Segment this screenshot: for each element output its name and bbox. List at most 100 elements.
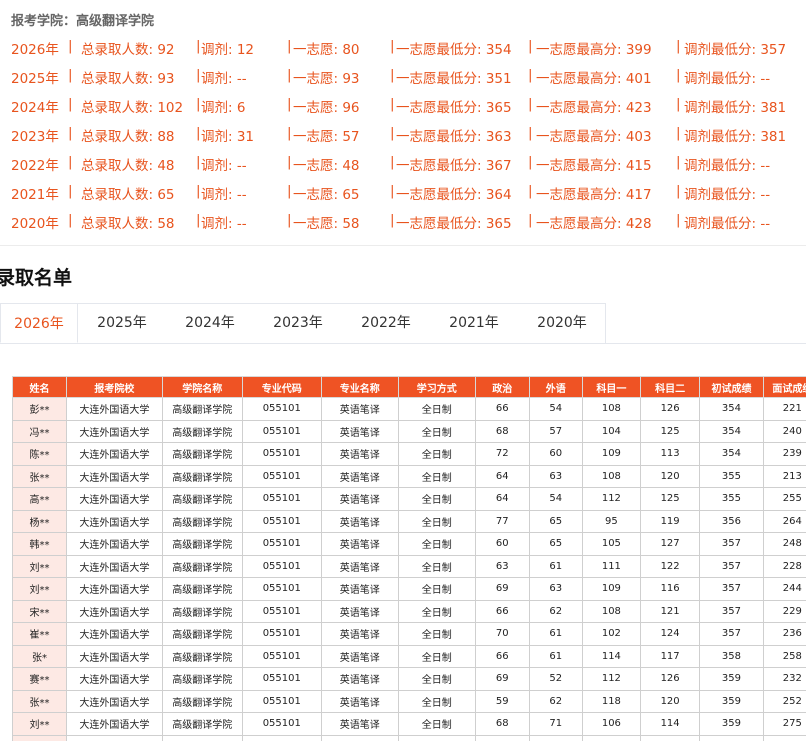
- table-cell: 125: [639, 487, 701, 511]
- table-cell: 104: [581, 419, 641, 443]
- first-choice-max-score: 一志愿最高分: 415: [536, 158, 652, 174]
- table-cell: 62: [528, 599, 583, 623]
- table-cell: 69: [474, 667, 530, 691]
- stat-row: 2020年 总录取人数: 58 调剂: -- 一志愿: 58 一志愿最低分: 365 一志…: [11, 212, 806, 232]
- total-admitted: 总录取人数: 92: [81, 42, 175, 58]
- year-label: 2026年: [11, 42, 59, 58]
- column-header: 专业代码: [241, 376, 322, 398]
- table-cell: 60: [528, 442, 583, 466]
- table-cell: 359: [699, 689, 764, 713]
- separator: |: [676, 67, 681, 83]
- table-cell: 大连外国语大学: [66, 622, 163, 646]
- table-cell: 109: [581, 442, 641, 466]
- stat-row: 2021年 总录取人数: 65 调剂: -- 一志愿: 65 一志愿最低分: 364 一志…: [11, 183, 806, 203]
- student-name-cell: 张**: [12, 689, 68, 713]
- school-label: 报考学院：高级翻译学院: [11, 14, 155, 29]
- table-cell: 68: [474, 419, 530, 443]
- tab-year[interactable]: 2025年: [78, 303, 166, 343]
- tab-year[interactable]: 2026年: [0, 303, 78, 343]
- table-cell: 高级翻译学院: [161, 487, 243, 511]
- tab-year[interactable]: 2021年: [430, 303, 518, 343]
- table-row: 刘** 大连外国语大学 高级翻译学院 055101 英语笔译 全日制 63 61 111 122 3…: [12, 554, 806, 578]
- separator: |: [676, 154, 681, 170]
- separator: |: [676, 183, 681, 199]
- table-cell: 055101: [241, 622, 322, 646]
- table-cell: 125: [639, 419, 701, 443]
- table-row: 刘** 大连外国语大学 高级翻译学院 055101 英语笔译 全日制 68 71 106 114 3…: [12, 712, 806, 736]
- table-cell: 62: [528, 689, 583, 713]
- table-cell: 61: [528, 554, 583, 578]
- table-cell: 全日制: [397, 487, 476, 511]
- table-cell: 055101: [241, 554, 322, 578]
- table-row: 刘** 大连外国语大学 高级翻译学院 055101 英语笔译 全日制 69 63 109 116 3…: [12, 577, 806, 601]
- separator: |: [196, 67, 201, 83]
- tab-year[interactable]: 2023年: [254, 303, 342, 343]
- separator: |: [390, 38, 395, 54]
- table-cell: 252: [762, 689, 806, 713]
- table-cell: 95: [581, 509, 641, 533]
- table-cell: 大连外国语大学: [66, 419, 163, 443]
- adjust-count: 调剂: --: [201, 158, 247, 174]
- stat-row: 2024年 总录取人数: 102 调剂: 6 一志愿: 96 一志愿最低分: 365 一志…: [11, 96, 806, 116]
- tab-year[interactable]: 2022年: [342, 303, 430, 343]
- first-choice-min-score: 一志愿最低分: 365: [396, 216, 512, 232]
- year-label: 2021年: [11, 187, 59, 203]
- table-cell: 055101: [241, 599, 322, 623]
- table-cell: 大连外国语大学: [66, 689, 163, 713]
- table-row: 韩** 大连外国语大学 高级翻译学院 055101 英语笔译 全日制 60 65 105 127 3…: [12, 532, 806, 556]
- separator: |: [68, 38, 73, 54]
- table-cell: 高级翻译学院: [161, 667, 243, 691]
- table-row: 王*大连外国语大学高级翻译学院055101英语笔译全日制696111411535…: [12, 734, 806, 741]
- table-cell: 72: [474, 442, 530, 466]
- table-cell: 大连外国语大学: [66, 464, 163, 488]
- table-cell: 213: [762, 464, 806, 488]
- table-cell: 357: [699, 554, 764, 578]
- admission-table-wrap: 姓名报考院校学院名称专业代码专业名称学习方式政治外语科目一科目二初试成绩面试成绩…: [12, 376, 806, 741]
- student-name-cell: 杨**: [12, 509, 68, 533]
- table-cell: 全日制: [397, 442, 476, 466]
- separator: |: [196, 183, 201, 199]
- table-row: 宋** 大连外国语大学 高级翻译学院 055101 英语笔译 全日制 66 62 108 121 3…: [12, 599, 806, 623]
- table-cell: 055101: [241, 712, 322, 736]
- tab-year[interactable]: 2020年: [518, 303, 606, 343]
- column-header: 专业名称: [320, 376, 399, 398]
- table-row: 张** 大连外国语大学 高级翻译学院 055101 英语笔译 全日制 64 63 108 120 3…: [12, 464, 806, 488]
- table-cell: 高级翻译学院: [161, 419, 243, 443]
- separator: |: [68, 154, 73, 170]
- table-cell: 126: [639, 667, 701, 691]
- table-cell: 英语笔译: [320, 577, 399, 601]
- adjust-min-score: 调剂最低分: 357: [684, 42, 787, 58]
- separator: |: [196, 154, 201, 170]
- table-row: 杨** 大连外国语大学 高级翻译学院 055101 英语笔译 全日制 77 65 95 119 35…: [12, 509, 806, 533]
- separator: |: [68, 67, 73, 83]
- table-cell: 221: [762, 397, 806, 421]
- table-cell: 高级翻译学院: [161, 532, 243, 556]
- table-cell: 111: [581, 554, 641, 578]
- table-cell: 359: [699, 667, 764, 691]
- table-cell: 大连外国语大学: [66, 712, 163, 736]
- table-cell: 63: [474, 554, 530, 578]
- column-header: 学习方式: [397, 376, 476, 398]
- separator: |: [68, 183, 73, 199]
- adjust-min-score: 调剂最低分: 381: [684, 129, 787, 145]
- table-cell: 英语笔译: [320, 689, 399, 713]
- tab-year[interactable]: 2024年: [166, 303, 254, 343]
- table-cell: 116: [639, 577, 701, 601]
- table-cell: 57: [528, 419, 583, 443]
- separator: |: [528, 125, 533, 141]
- table-row: 崔** 大连外国语大学 高级翻译学院 055101 英语笔译 全日制 70 61 102 124 3…: [12, 622, 806, 646]
- table-cell: 英语笔译: [320, 667, 399, 691]
- table-cell: 244: [762, 577, 806, 601]
- separator: |: [528, 38, 533, 54]
- separator: |: [287, 67, 292, 83]
- first-choice-max-score: 一志愿最高分: 428: [536, 216, 652, 232]
- separator: |: [528, 96, 533, 112]
- separator: |: [287, 38, 292, 54]
- column-header: 外语: [528, 376, 583, 398]
- table-cell: 055101: [241, 442, 322, 466]
- table-cell: 大连外国语大学: [66, 554, 163, 578]
- table-cell: 232: [762, 667, 806, 691]
- separator: |: [196, 212, 201, 228]
- table-cell: 228: [762, 554, 806, 578]
- table-row: 冯** 大连外国语大学 高级翻译学院 055101 英语笔译 全日制 68 57 104 125 3…: [12, 419, 806, 443]
